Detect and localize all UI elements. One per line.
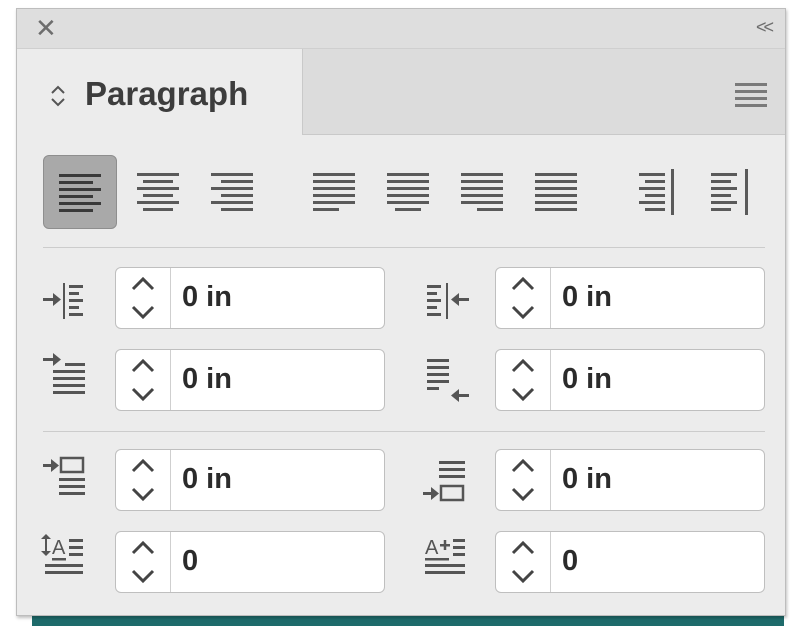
stepper-arrows-icon[interactable] bbox=[496, 532, 551, 592]
svg-text:A: A bbox=[52, 537, 66, 559]
drop-cap-chars-field[interactable]: 0 bbox=[495, 531, 765, 593]
panel-tab-bar: Paragraph bbox=[17, 49, 785, 135]
align-away-from-spine-icon bbox=[711, 169, 748, 215]
drop-cap-lines-field[interactable]: 0 bbox=[115, 531, 385, 593]
last-line-indent-value: 0 in bbox=[562, 363, 612, 395]
drop-cap-lines-value: 0 bbox=[182, 545, 199, 577]
right-indent-field[interactable]: 0 in bbox=[495, 267, 765, 329]
section-divider bbox=[43, 247, 765, 248]
justify-last-right-icon bbox=[461, 173, 503, 211]
stepper-arrows-icon[interactable] bbox=[116, 268, 171, 328]
space-after-icon bbox=[423, 461, 465, 502]
collapse-panel-icon[interactable]: << bbox=[756, 17, 774, 38]
stepper-arrows-icon[interactable] bbox=[496, 450, 551, 510]
panel-titlebar: ✕ << bbox=[17, 9, 785, 49]
left-indent-field[interactable]: 0 in bbox=[115, 267, 385, 329]
justify-last-right-button[interactable] bbox=[445, 155, 519, 229]
align-left-icon bbox=[59, 174, 101, 212]
space-before-field[interactable]: 0 in bbox=[115, 449, 385, 511]
first-line-indent-value: 0 in bbox=[182, 363, 232, 395]
align-left-button[interactable] bbox=[43, 155, 117, 229]
align-center-button[interactable] bbox=[121, 155, 195, 229]
first-line-indent-icon bbox=[43, 353, 85, 394]
last-line-indent-field[interactable]: 0 in bbox=[495, 349, 765, 411]
first-line-indent-field[interactable]: 0 in bbox=[115, 349, 385, 411]
stepper-arrows-icon[interactable] bbox=[496, 350, 551, 410]
space-after-field[interactable]: 0 in bbox=[495, 449, 765, 511]
justify-last-left-icon bbox=[313, 173, 355, 211]
tab-paragraph[interactable]: Paragraph bbox=[17, 49, 303, 135]
drop-cap-chars-value: 0 bbox=[562, 545, 579, 577]
space-before-icon bbox=[43, 456, 85, 495]
hamburger-menu-icon[interactable] bbox=[735, 83, 767, 111]
align-right-button[interactable] bbox=[195, 155, 269, 229]
left-indent-value: 0 in bbox=[182, 281, 232, 313]
panel-title: Paragraph bbox=[85, 75, 249, 112]
justify-last-center-button[interactable] bbox=[371, 155, 445, 229]
left-indent-icon bbox=[43, 283, 83, 319]
justify-last-center-icon bbox=[387, 173, 429, 211]
stepper-arrows-icon[interactable] bbox=[116, 450, 171, 510]
paragraph-panel: ✕ << Paragraph 0 in 0 in 0 in 0 in 0 in … bbox=[16, 8, 786, 616]
stepper-arrows-icon[interactable] bbox=[116, 532, 171, 592]
space-after-value: 0 in bbox=[562, 463, 612, 495]
stepper-arrows-icon[interactable] bbox=[496, 268, 551, 328]
section-divider bbox=[43, 431, 765, 432]
drop-cap-chars-icon: A bbox=[425, 537, 465, 574]
right-indent-value: 0 in bbox=[562, 281, 612, 313]
align-towards-spine-icon bbox=[639, 169, 674, 215]
align-center-icon bbox=[137, 173, 179, 211]
align-away-from-spine-button[interactable] bbox=[697, 155, 771, 229]
space-before-value: 0 in bbox=[182, 463, 232, 495]
expand-collapse-arrows-icon[interactable] bbox=[49, 83, 67, 109]
justify-last-left-button[interactable] bbox=[297, 155, 371, 229]
alignment-buttons-row bbox=[17, 135, 785, 251]
svg-text:A: A bbox=[425, 537, 439, 559]
justify-all-button[interactable] bbox=[519, 155, 593, 229]
justify-all-icon bbox=[535, 173, 577, 211]
right-indent-icon bbox=[427, 283, 469, 319]
last-line-indent-icon bbox=[427, 359, 469, 402]
align-right-icon bbox=[211, 173, 253, 211]
align-towards-spine-button[interactable] bbox=[623, 155, 697, 229]
drop-cap-lines-icon: A bbox=[41, 534, 83, 574]
stepper-arrows-icon[interactable] bbox=[116, 350, 171, 410]
close-icon[interactable]: ✕ bbox=[35, 15, 57, 41]
